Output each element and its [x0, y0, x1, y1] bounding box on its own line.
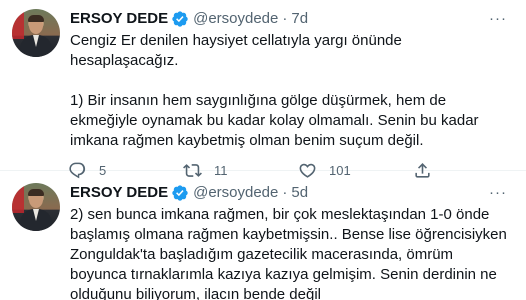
tweet-text-line: ekmeğiyle oynamak bu kadar kolay olmamal…	[70, 112, 479, 129]
avatar-flag	[12, 183, 24, 213]
tweet-text-line: imkana rağmen kaybetmiş olman benim suçu…	[70, 132, 424, 149]
tweet-text-line: Zonguldak'ta başladığım gazetecilik mace…	[70, 246, 454, 263]
avatar-hair	[28, 15, 44, 22]
timestamp[interactable]: 7d	[291, 9, 308, 29]
tweet-text-line: boyunca tırnaklarımla kazıya kazıya gelm…	[70, 266, 497, 283]
avatar-column	[12, 9, 60, 170]
tweet-content: ERSOY DEDE @ersoydede · 5d ··· 2) sen bu…	[70, 183, 510, 300]
author-name[interactable]: ERSOY DEDE	[70, 9, 168, 29]
avatar-column	[12, 183, 60, 300]
tweet-text-line: olduğunu biliyorum, ilacın bende değil	[70, 286, 322, 300]
verified-badge-icon	[172, 11, 188, 27]
tweet-text: Cengiz Er denilen haysiyet cellatıyla ya…	[70, 31, 510, 151]
tweet-content: ERSOY DEDE @ersoydede · 7d ··· Cengiz Er…	[69, 9, 510, 179]
tweet-text-line: başlamış olmana rağmen kaybetmişsin.. Be…	[70, 226, 507, 243]
avatar[interactable]	[12, 9, 60, 57]
more-options-icon[interactable]: ···	[488, 183, 508, 203]
separator-dot: ·	[282, 10, 288, 27]
tweet[interactable]: ERSOY DEDE @ersoydede · 7d ··· Cengiz Er…	[0, 0, 526, 179]
avatar-hair	[28, 189, 44, 196]
avatar[interactable]	[12, 183, 60, 231]
tweet-header: ERSOY DEDE @ersoydede · 5d ···	[70, 183, 510, 203]
more-options-icon[interactable]: ···	[488, 9, 508, 29]
tweet-text: 2) sen bunca imkana rağmen, bir çok mesl…	[70, 205, 510, 300]
verified-badge-icon	[172, 185, 188, 201]
tweet-text-line: Cengiz Er denilen haysiyet cellatıyla ya…	[70, 32, 402, 69]
timeline: ERSOY DEDE @ersoydede · 7d ··· Cengiz Er…	[0, 0, 526, 300]
separator-dot: ·	[282, 184, 288, 201]
author-handle[interactable]: @ersoydede	[193, 9, 278, 29]
timestamp[interactable]: 5d	[291, 183, 308, 203]
tweet[interactable]: ERSOY DEDE @ersoydede · 5d ··· 2) sen bu…	[0, 171, 526, 300]
avatar-flag	[12, 9, 24, 39]
tweet-text-line: 1) Bir insanın hem saygınlığına gölge dü…	[70, 92, 447, 109]
author-handle[interactable]: @ersoydede	[193, 183, 278, 203]
tweet-header: ERSOY DEDE @ersoydede · 7d ···	[70, 9, 510, 29]
author-name[interactable]: ERSOY DEDE	[70, 183, 168, 203]
tweet-text-line: 2) sen bunca imkana rağmen, bir çok mesl…	[70, 206, 490, 223]
